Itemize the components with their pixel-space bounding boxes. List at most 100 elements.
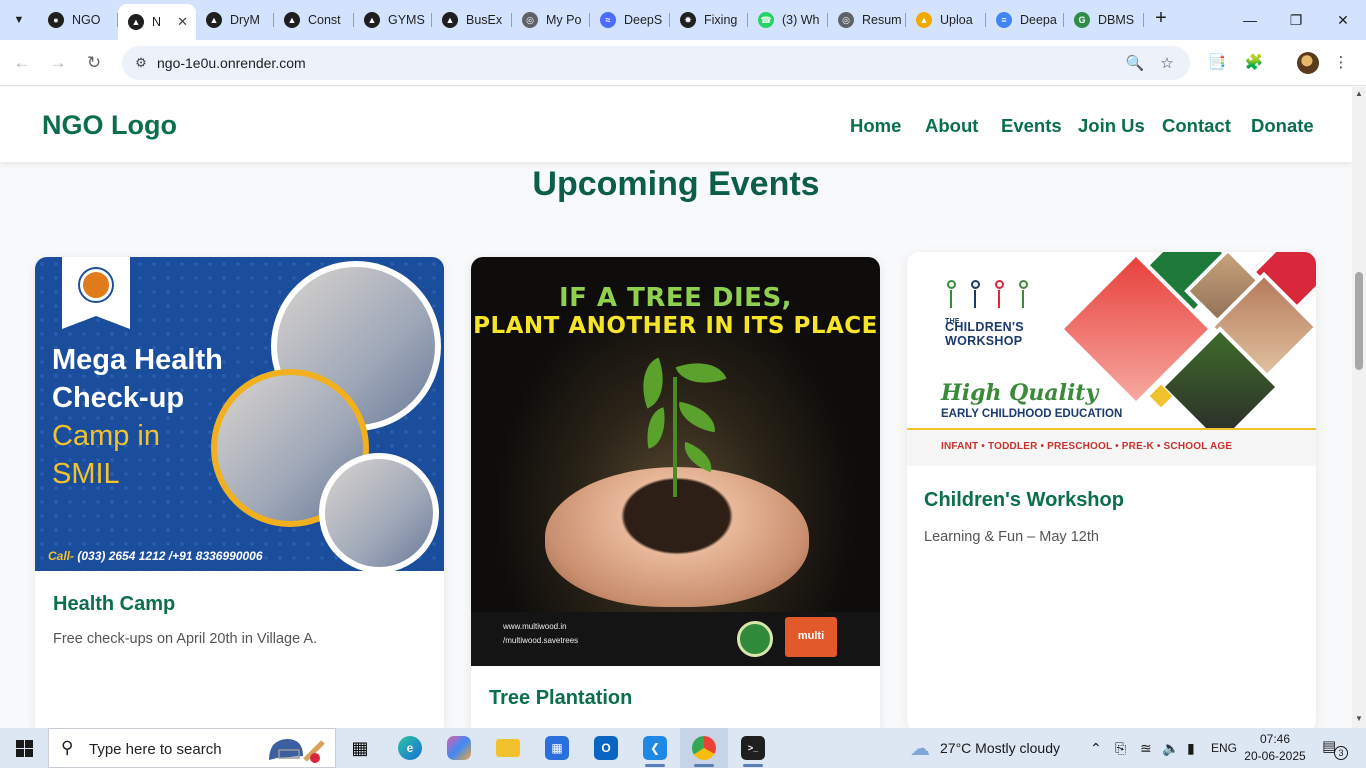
site-info-icon[interactable]: ⚙ [130,52,152,74]
tray-battery[interactable]: ▮ [1187,728,1195,768]
browser-tab[interactable]: ◎ My Po [512,6,590,34]
running-indicator [645,764,665,767]
upload-icon: ▲ [916,12,932,28]
tray-network[interactable]: ≊ [1140,728,1152,768]
render-icon: ▲ [206,12,222,28]
checkup-photo [319,453,439,573]
taskbar-vscode[interactable]: ❮ [631,728,679,768]
leaf-shape [632,357,674,409]
task-view-icon: ▦ [351,737,369,758]
tab-search-button[interactable]: ▼ [6,8,32,32]
nav-events[interactable]: Events [1001,115,1062,137]
tray-overflow-button[interactable]: ⌃ [1090,728,1102,768]
stick-figure-icon [1017,280,1029,310]
restore-icon: ❐ [1289,11,1303,28]
taskbar-store[interactable]: ▦ [533,728,581,768]
clock-date: 20-06-2025 [1244,749,1306,763]
workshop-brand-line2: WORKSHOP [945,334,1023,348]
event-card-tree-plantation[interactable]: IF A TREE DIES, PLANT ANOTHER IN ITS PLA… [471,257,880,728]
taskbar-search-box[interactable]: ⚲ Type here to search [48,728,336,768]
taskbar-clock[interactable]: 07:46 20-06-2025 [1240,731,1310,765]
browser-tab[interactable]: ☎ (3) Wh [748,6,828,34]
weather-widget[interactable]: ☁ 27°C Mostly cloudy [910,728,1060,768]
folder-icon [496,739,520,757]
workshop-divider [907,428,1316,430]
minimize-button[interactable]: — [1227,0,1273,40]
nav-donate[interactable]: Donate [1251,115,1314,137]
close-icon: ✕ [1337,11,1349,28]
taskbar-outlook[interactable]: O [582,728,630,768]
tab-title: NGO [72,13,101,27]
scrollbar-thumb[interactable] [1355,272,1363,370]
reading-list-icon[interactable]: 📑 [1206,51,1228,73]
back-button[interactable]: ← [8,49,36,77]
nav-join-us[interactable]: Join Us [1078,115,1145,137]
address-bar[interactable]: ⚙ ngo-1e0u.onrender.com 🔍 ☆ [122,46,1190,80]
globe-icon: ◎ [522,12,538,28]
taskbar-chrome[interactable] [680,728,728,768]
arrow-right-icon: → [49,53,67,72]
extensions-icon[interactable]: 🧩 [1243,51,1265,73]
more-menu-icon[interactable]: ⋮ [1330,51,1352,73]
event-title: Tree Plantation [489,687,633,709]
zoom-icon[interactable]: 🔍 [1124,52,1146,74]
event-card-childrens-workshop[interactable]: THE CHILDREN'S WORKSHOP High Quality EAR… [907,252,1316,728]
terminal-icon: >_ [741,736,765,760]
tray-volume[interactable]: 🔈 [1162,728,1179,768]
browser-tab[interactable]: ≈ DeepS [590,6,670,34]
hands-with-soil [545,467,809,607]
browser-tab[interactable]: ● NGO [38,6,118,34]
reload-button[interactable]: ↻ [80,49,108,77]
running-indicator [743,764,763,767]
camp-badge-logo [62,257,130,329]
taskbar-terminal[interactable]: >_ [729,728,777,768]
task-view-button[interactable]: ▦ [336,728,384,768]
tab-title: Fixing [704,13,738,27]
close-tab-icon[interactable]: ✕ [177,14,188,30]
browser-tab[interactable]: ▲ N ✕ [118,4,196,40]
address-url[interactable]: ngo-1e0u.onrender.com [157,55,306,71]
bookmark-star-icon[interactable]: ☆ [1156,52,1178,74]
browser-tab[interactable]: ▲ Uploa [906,6,986,34]
event-title: Children's Workshop [924,489,1124,511]
tree-social-text: /multiwood.savetrees [503,636,579,645]
scroll-up-icon[interactable]: ▲ [1355,90,1363,98]
profile-avatar[interactable] [1297,52,1319,74]
taskbar-file-explorer[interactable] [484,728,532,768]
tab-title: N [152,15,162,29]
page-scrollbar[interactable]: ▲ ▼ [1352,87,1366,728]
taskbar-edge[interactable]: e [386,728,434,768]
scroll-down-icon[interactable]: ▼ [1355,715,1363,723]
call-numbers: (033) 2654 1212 /+91 8336990006 [74,549,263,563]
taskbar-copilot[interactable] [435,728,483,768]
browser-tab[interactable]: G DBMS [1064,6,1144,34]
site-logo[interactable]: NGO Logo [42,110,177,141]
close-window-button[interactable]: ✕ [1320,0,1366,40]
tree-plantation-image: IF A TREE DIES, PLANT ANOTHER IN ITS PLA… [471,257,880,680]
event-card-health-camp[interactable]: Mega Health Check-up Camp in SMIL Call- … [35,257,444,728]
browser-tab[interactable]: ▲ DryM [196,6,274,34]
tree-image-line2: PLANT ANOTHER IN ITS PLACE [473,313,878,339]
wifi-icon: ≊ [1140,739,1152,756]
render-icon: ▲ [364,12,380,28]
tray-language[interactable]: ENG [1211,728,1237,768]
new-tab-button[interactable]: + [1150,8,1172,30]
browser-tab[interactable]: ▲ BusEx [432,6,512,34]
browser-tab[interactable]: ≡ Deepa [986,6,1064,34]
forward-button[interactable]: → [44,49,72,77]
browser-tab[interactable]: ▲ GYMS [354,6,432,34]
nav-home[interactable]: Home [850,115,901,137]
start-button[interactable] [0,728,48,768]
restore-button[interactable]: ❐ [1273,0,1319,40]
workshop-brand-line1: CHILDREN'S [945,320,1024,334]
docs-icon: ≡ [996,12,1012,28]
nav-about[interactable]: About [925,115,978,137]
browser-tab[interactable]: ✸ Fixing [670,6,748,34]
nav-contact[interactable]: Contact [1162,115,1231,137]
cricket-helmet-icon [269,739,325,763]
section-title: Upcoming Events [532,165,820,203]
notification-center-button[interactable]: ▤ 3 [1322,737,1348,760]
tray-device-icon[interactable]: ⎘ [1115,728,1126,768]
browser-tab[interactable]: ▲ Const [274,6,354,34]
browser-tab[interactable]: ◎ Resum [828,6,906,34]
